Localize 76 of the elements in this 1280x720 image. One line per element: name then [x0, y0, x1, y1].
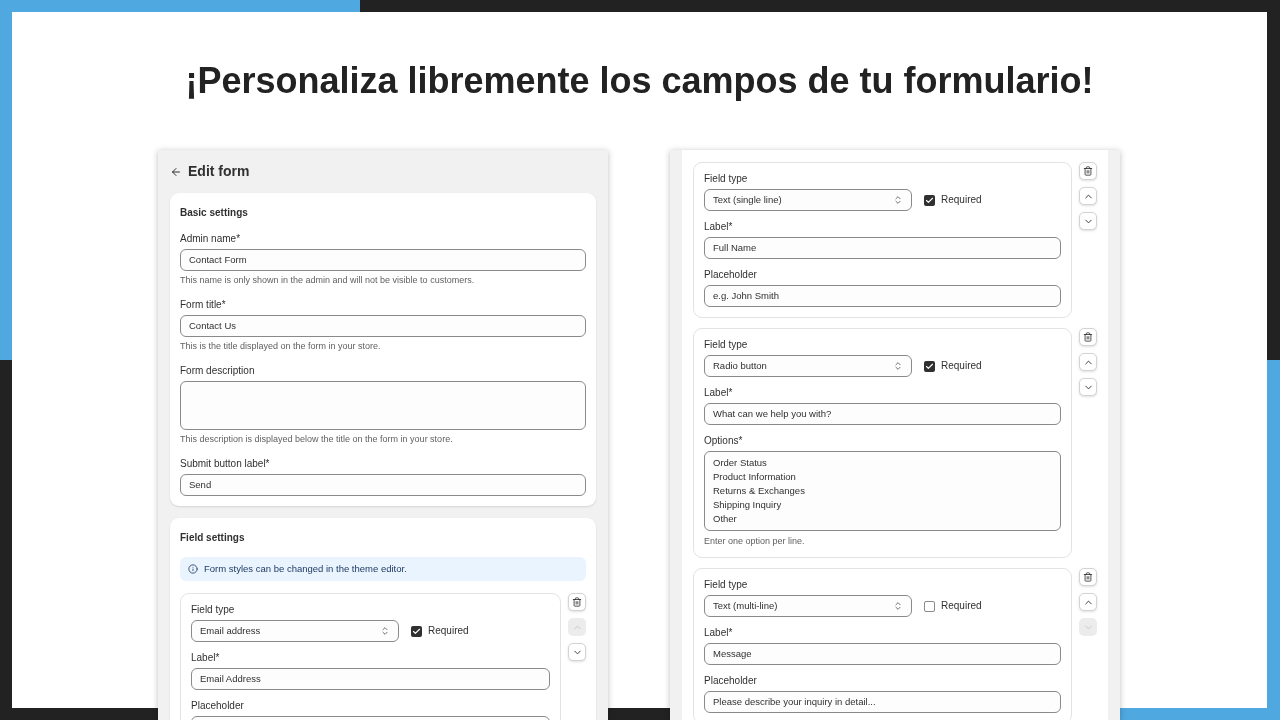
required-label: Required [941, 360, 982, 372]
option-line: Product Information [713, 470, 797, 484]
help-text: This description is displayed below the title on the form in your store. [180, 434, 454, 445]
section-title: Basic settings [180, 206, 249, 220]
text-field[interactable]: Contact Us [180, 315, 586, 337]
move-up-button[interactable] [1079, 353, 1097, 371]
field-type-label: Field type [704, 173, 749, 185]
select-arrows-icon [893, 361, 903, 371]
select-arrows-icon [380, 626, 390, 636]
label-label: Label* [704, 387, 734, 399]
required-checkbox[interactable] [924, 600, 935, 612]
option-line: Returns & Exchanges [713, 484, 806, 498]
page-title: Edit form [188, 162, 250, 181]
label-label: Label* [704, 221, 734, 233]
option-line: Shipping Inquiry [713, 498, 783, 512]
field-type-label: Field type [191, 604, 236, 616]
check-icon [412, 626, 421, 636]
trash-icon [1083, 572, 1093, 582]
field-type-select[interactable]: Radio button [704, 355, 912, 377]
field-label: Admin name* [180, 233, 242, 245]
placeholder-label: Placeholder [191, 700, 245, 712]
info-icon [188, 564, 198, 574]
section-title: Field settings [180, 531, 246, 545]
placeholder-field[interactable]: e.g. John Smith [704, 285, 1061, 307]
help-text: This name is only shown in the admin and will not be visible to customers. [180, 275, 476, 286]
trash-icon [1083, 166, 1093, 176]
help-text: This is the title displayed on the form in your store. [180, 341, 382, 352]
required-checkbox[interactable] [924, 360, 935, 372]
move-down-button[interactable] [1079, 212, 1097, 230]
move-down-button[interactable] [1079, 378, 1097, 396]
label-field[interactable]: Full Name [704, 237, 1061, 259]
move-up-button[interactable] [1079, 593, 1097, 611]
options-field[interactable]: Order Status Product Information Returns & Exchanges Shipping Inquiry Other [704, 451, 1061, 531]
select-arrows-icon [893, 195, 903, 205]
move-down-button[interactable] [568, 643, 586, 661]
field-label: Form description [180, 365, 256, 377]
delete-button[interactable] [1079, 328, 1097, 346]
text-field[interactable]: Contact Form [180, 249, 586, 271]
label-label: Label* [704, 627, 734, 639]
delete-button[interactable] [1079, 162, 1097, 180]
required-checkbox[interactable] [924, 194, 935, 206]
required-label: Required [941, 600, 982, 612]
delete-button[interactable] [568, 593, 586, 611]
field-type-select[interactable]: Text (multi-line) [704, 595, 912, 617]
move-up-button[interactable] [1079, 187, 1097, 205]
field-label: Submit button label* [180, 458, 271, 470]
field-type-select[interactable]: Email address [191, 620, 399, 642]
label-field[interactable]: Message [704, 643, 1061, 665]
trash-icon [572, 597, 582, 607]
trash-icon [1083, 332, 1093, 342]
field-type-label: Field type [704, 579, 749, 591]
label-field[interactable]: What can we help you with? [704, 403, 1061, 425]
options-label: Options* [704, 435, 744, 447]
field-type-select[interactable]: Text (single line) [704, 189, 912, 211]
check-icon [925, 361, 934, 371]
placeholder-label: Placeholder [704, 675, 758, 687]
label-field[interactable]: Email Address [191, 668, 550, 690]
label-label: Label* [191, 652, 221, 664]
description-field[interactable] [180, 381, 586, 430]
required-label: Required [941, 194, 982, 206]
check-icon [925, 195, 934, 205]
field-type-label: Field type [704, 339, 749, 351]
slide-heading: ¡Personaliza libremente los campos de tu formulario! [185, 59, 1094, 103]
delete-button[interactable] [1079, 568, 1097, 586]
options-help: Enter one option per line. [704, 536, 806, 547]
option-line: Order Status [713, 456, 768, 470]
placeholder-field[interactable]: Please describe your inquiry in detail... [704, 691, 1061, 713]
text-field[interactable]: Send [180, 474, 586, 496]
field-label: Form title* [180, 299, 227, 311]
select-arrows-icon [893, 601, 903, 611]
info-text: Form styles can be changed in the theme editor. [204, 561, 407, 576]
option-line: Other [713, 512, 738, 526]
required-checkbox[interactable] [411, 625, 422, 637]
back-arrow-icon[interactable] [170, 165, 182, 178]
required-label: Required [428, 625, 469, 637]
placeholder-label: Placeholder [704, 269, 758, 281]
